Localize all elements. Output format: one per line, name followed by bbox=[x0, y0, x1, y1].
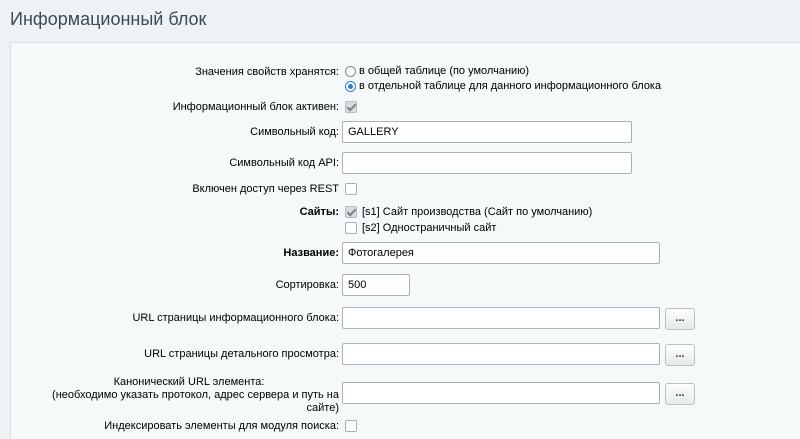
detail-url-browse-button[interactable]: ... bbox=[665, 344, 695, 366]
site-s1[interactable]: [s1] Сайт производства (Сайт по умолчани… bbox=[345, 206, 592, 218]
rest-label: Включен доступ через REST bbox=[192, 183, 339, 195]
radio-separate-icon[interactable] bbox=[345, 80, 356, 92]
name-label: Название: bbox=[283, 247, 339, 259]
storage-label: Значения свойств хранятся: bbox=[195, 66, 339, 78]
sort-label: Сортировка: bbox=[275, 279, 339, 291]
list-url-browse-button[interactable]: ... bbox=[665, 308, 695, 330]
index-checkbox-wrap[interactable] bbox=[345, 420, 362, 432]
storage-option-separate-label: в отдельной таблице для данного информац… bbox=[359, 80, 662, 92]
sites-label: Сайты: bbox=[299, 206, 339, 218]
api-code-label: Символьный код API: bbox=[229, 157, 339, 169]
list-url-input[interactable] bbox=[342, 307, 660, 329]
storage-option-common-label: в общей таблице (по умолчанию) bbox=[359, 65, 530, 77]
site-s1-checkbox[interactable] bbox=[345, 206, 357, 218]
name-input[interactable]: Фотогалерея bbox=[342, 242, 660, 264]
site-s2-label: [s2] Одностраничный сайт bbox=[362, 222, 497, 234]
index-checkbox[interactable] bbox=[345, 420, 357, 432]
page-header: Информационный блок bbox=[0, 0, 800, 42]
canonical-url-label-block: Канонический URL элемента: (необходимо у… bbox=[39, 376, 339, 415]
site-s1-label: [s1] Сайт производства (Сайт по умолчани… bbox=[362, 206, 593, 218]
code-label: Символьный код: bbox=[250, 126, 339, 138]
site-s2[interactable]: [s2] Одностраничный сайт bbox=[345, 222, 496, 234]
code-input[interactable]: GALLERY bbox=[342, 121, 632, 143]
sort-input[interactable]: 500 bbox=[342, 274, 410, 296]
page-title: Информационный блок bbox=[10, 9, 207, 29]
detail-url-input[interactable] bbox=[342, 343, 660, 365]
canonical-url-label: Канонический URL элемента: bbox=[113, 376, 265, 388]
canonical-url-browse-button[interactable]: ... bbox=[665, 383, 695, 405]
settings-form: Значения свойств хранятся: в общей табли… bbox=[10, 42, 800, 439]
list-url-label: URL страницы информационного блока: bbox=[132, 312, 339, 324]
active-checkbox[interactable] bbox=[345, 101, 357, 113]
storage-option-common[interactable]: в общей таблице (по умолчанию) bbox=[345, 65, 529, 77]
radio-common-icon[interactable] bbox=[345, 65, 356, 77]
storage-option-separate[interactable]: в отдельной таблице для данного информац… bbox=[345, 80, 661, 92]
api-code-input[interactable] bbox=[342, 152, 632, 174]
rest-checkbox-wrap[interactable] bbox=[345, 183, 362, 195]
canonical-url-hint: (необходимо указать протокол, адрес серв… bbox=[52, 389, 339, 414]
site-s2-checkbox[interactable] bbox=[345, 222, 357, 234]
detail-url-label: URL страницы детального просмотра: bbox=[144, 348, 339, 360]
rest-checkbox[interactable] bbox=[345, 183, 357, 195]
index-label: Индексировать элементы для модуля поиска… bbox=[104, 420, 339, 432]
active-checkbox-wrap[interactable] bbox=[345, 101, 362, 113]
canonical-url-input[interactable] bbox=[342, 382, 660, 404]
active-label: Информационный блок активен: bbox=[172, 101, 339, 113]
